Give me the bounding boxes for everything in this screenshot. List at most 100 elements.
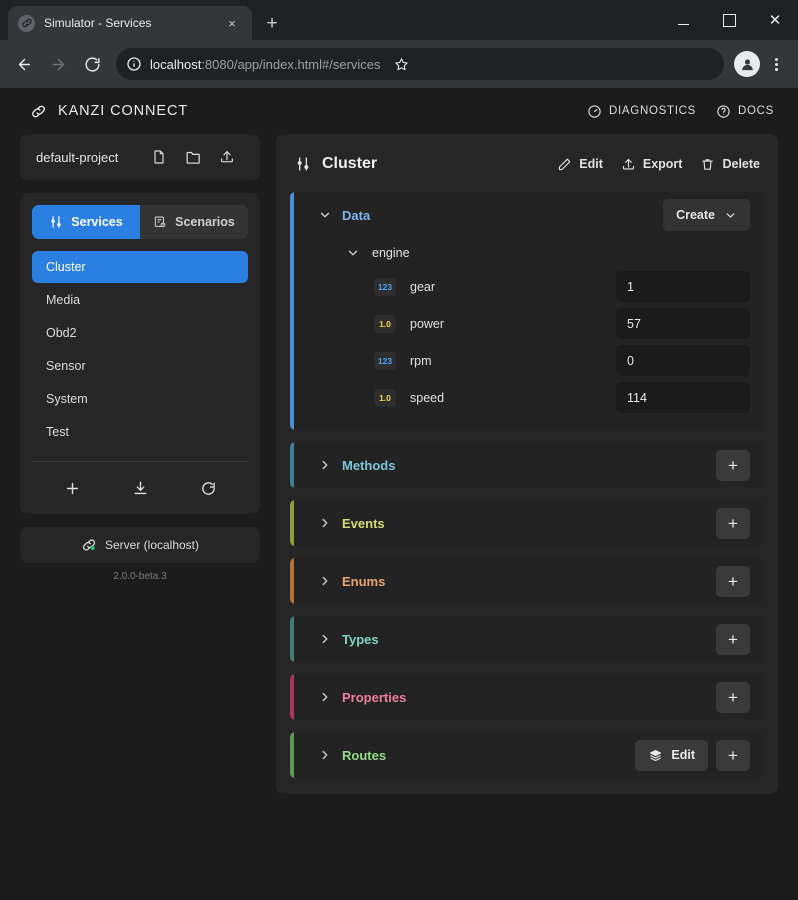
sidebar-item-label: Sensor [46,359,86,373]
section-data-header[interactable]: Data Create [290,192,764,238]
sidebar-item-system[interactable]: System [32,383,248,415]
section-properties: Properties + [290,674,764,720]
section-data-body: engine 123 gear 1 1.0 power 57 [290,238,764,430]
chevron-right-icon[interactable] [318,690,336,704]
section-methods-header[interactable]: Methods + [290,442,764,488]
section-types-header[interactable]: Types + [290,616,764,662]
data-field-input[interactable]: 0 [616,345,750,376]
app-header-links: DIAGNOSTICS DOCS [587,104,774,119]
chevron-right-icon[interactable] [318,458,336,472]
type-badge-float: 1.0 [374,315,396,333]
upload-icon[interactable] [210,142,244,172]
reload-icon[interactable] [76,48,108,80]
download-icon[interactable] [125,473,155,503]
section-properties-actions: + [716,682,750,713]
chevron-right-icon[interactable] [318,516,336,530]
service-list: Cluster Media Obd2 Sensor System [20,239,260,448]
server-status[interactable]: Server (localhost) [20,527,260,563]
close-window-icon[interactable]: ✕ [752,0,798,40]
export-button[interactable]: Export [621,157,683,172]
section-types-actions: + [716,624,750,655]
folder-open-icon[interactable] [176,142,210,172]
data-field-input[interactable]: 1 [616,271,750,302]
section-properties-header[interactable]: Properties + [290,674,764,720]
sidebar-item-test[interactable]: Test [32,416,248,448]
section-events-header[interactable]: Events + [290,500,764,546]
add-route-button[interactable]: + [716,740,750,771]
refresh-icon[interactable] [193,473,223,503]
site-info-icon[interactable] [126,56,142,72]
app-brand: KANZI CONNECT [30,103,188,120]
app-header: KANZI CONNECT DIAGNOSTICS DOCS [0,88,798,134]
chevron-right-icon[interactable] [318,574,336,588]
address-bar[interactable]: localhost:8080/app/index.html#/services [116,48,724,80]
docs-link[interactable]: DOCS [716,104,774,119]
browser-toolbar: localhost:8080/app/index.html#/services [0,40,798,88]
sidebar-item-obd2[interactable]: Obd2 [32,317,248,349]
layers-icon [648,748,663,763]
section-enums-header[interactable]: Enums + [290,558,764,604]
section-routes-actions: Edit + [635,740,750,771]
add-method-button[interactable]: + [716,450,750,481]
sidebar-item-label: Obd2 [46,326,77,340]
add-event-button[interactable]: + [716,508,750,539]
section-properties-title: Properties [342,690,406,705]
browser-tabstrip: Simulator - Services × + ✕ [0,0,798,40]
routes-edit-button[interactable]: Edit [635,740,708,771]
minimize-icon[interactable] [660,0,706,40]
chevron-right-icon[interactable] [318,632,336,646]
back-arrow-icon[interactable] [8,48,40,80]
app-body: default-project [0,134,798,794]
section-routes: Routes Edit + [290,732,764,778]
chevron-right-icon[interactable] [318,748,336,762]
data-field-input[interactable]: 114 [616,382,750,413]
data-field-label: gear [410,280,435,294]
data-field-input[interactable]: 57 [616,308,750,339]
create-button[interactable]: Create [663,199,750,231]
app-version: 2.0.0-beta.3 [20,571,260,582]
tab-services[interactable]: Services [32,205,140,239]
maximize-icon[interactable] [706,0,752,40]
export-icon [621,157,636,172]
tab-scenarios[interactable]: Scenarios [140,205,248,239]
new-tab-button[interactable]: + [258,9,286,37]
sidebar-item-sensor[interactable]: Sensor [32,350,248,382]
project-bar: default-project [20,134,260,180]
section-routes-header[interactable]: Routes Edit + [290,732,764,778]
sidebar-item-media[interactable]: Media [32,284,248,316]
page-title: Cluster [295,155,377,173]
browser-tab[interactable]: Simulator - Services × [8,6,252,40]
window-controls: ✕ [660,0,798,40]
services-scenarios-tabs: Services Scenarios [32,205,248,239]
server-link-icon [81,537,97,553]
three-dot-menu-icon[interactable] [762,49,790,79]
section-enums: Enums + [290,558,764,604]
edit-button-label: Edit [579,157,603,171]
data-group-engine[interactable]: engine [318,238,750,268]
chevron-down-icon[interactable] [346,246,364,260]
section-methods-title: Methods [342,458,395,473]
data-field-label: power [410,317,444,331]
add-type-button[interactable]: + [716,624,750,655]
project-name: default-project [36,150,142,165]
plus-icon[interactable] [57,473,87,503]
delete-button[interactable]: Delete [700,157,760,172]
data-field-label: rpm [410,354,432,368]
section-data-actions: Create [663,199,750,231]
address-bar-path: :8080/app/index.html#/services [201,57,380,72]
sidebar-item-label: Media [46,293,80,307]
file-icon[interactable] [142,142,176,172]
edit-button[interactable]: Edit [557,157,603,172]
bookmark-star-icon[interactable] [389,51,415,77]
server-status-wrap: Server (localhost) 2.0.0-beta.3 [20,527,260,582]
section-events: Events + [290,500,764,546]
add-property-button[interactable]: + [716,682,750,713]
sidebar-item-cluster[interactable]: Cluster [32,251,248,283]
address-bar-host: localhost [150,57,201,72]
close-icon[interactable]: × [222,13,242,33]
add-enum-button[interactable]: + [716,566,750,597]
chevron-down-icon[interactable] [318,208,336,222]
diagnostics-link[interactable]: DIAGNOSTICS [587,104,696,119]
profile-avatar-icon[interactable] [734,51,760,77]
chevron-down-icon [724,209,737,222]
